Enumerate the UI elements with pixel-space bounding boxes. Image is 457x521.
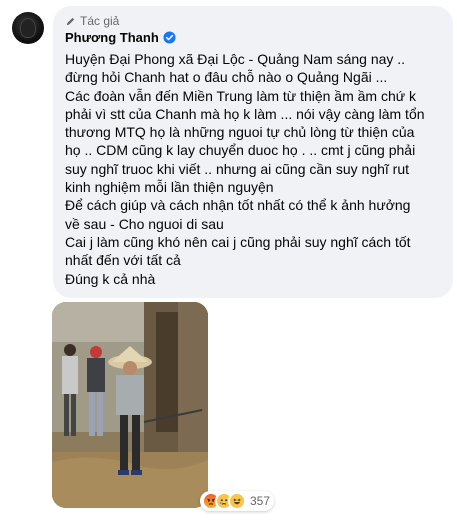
comment-line: thương MTQ họ là những nguoi tự chủ lòng…	[65, 124, 415, 141]
comment-line: Đúng k cả nhà	[65, 270, 156, 287]
verified-badge-icon	[163, 31, 176, 44]
comment-line: Cai j làm cũng khó nên cai j cũng phải s…	[65, 233, 411, 250]
author-badge-label: Tác giả	[80, 14, 120, 28]
reaction-count: 357	[250, 494, 271, 508]
comment-line: về sau - Cho nguoi di sau	[65, 215, 224, 232]
commenter-avatar[interactable]	[12, 12, 44, 44]
avatar-silhouette	[21, 19, 35, 37]
comment-photo[interactable]	[52, 302, 208, 508]
comment-line: Các đoàn vẫn đến Miền Trung làm từ thiện…	[65, 87, 417, 104]
reactions-summary[interactable]: 357	[200, 491, 275, 511]
photo-scene	[52, 302, 208, 508]
comment-line: phải vì stt của Chanh mà họ k làm ... nó…	[65, 105, 425, 122]
comment-line: Huyện Đại Phong xã Đại Lộc - Quảng Nam s…	[65, 51, 406, 67]
author-badge: Tác giả	[65, 14, 441, 28]
comment-text: Huyện Đại Phong xã Đại Lộc - Quảng Nam s…	[65, 50, 441, 288]
comment-line: suy nghĩ truoc khi viết .. nhưng ai cũng…	[65, 160, 410, 177]
haha-reaction-icon	[228, 492, 246, 510]
comment-line: Để cách giúp và cách nhận tốt nhất có th…	[65, 197, 411, 214]
pen-icon	[66, 17, 75, 25]
comment-line: kinh nghiệm mỗi lần thiện nguyện	[65, 179, 274, 196]
comment-line: nhất đến với tất cả	[65, 252, 181, 269]
comment-line: họ .. CDM cũng k lay chuyển duoc họ . ..…	[65, 142, 416, 159]
comment-line: đừng hỏi Chanh hat o đâu chỗ nào o Quảng…	[65, 69, 388, 86]
author-name[interactable]: Phương Thanh	[65, 30, 159, 45]
comment-bubble: Tác giả Phương Thanh Huyện Đại Phong xã …	[53, 6, 453, 298]
